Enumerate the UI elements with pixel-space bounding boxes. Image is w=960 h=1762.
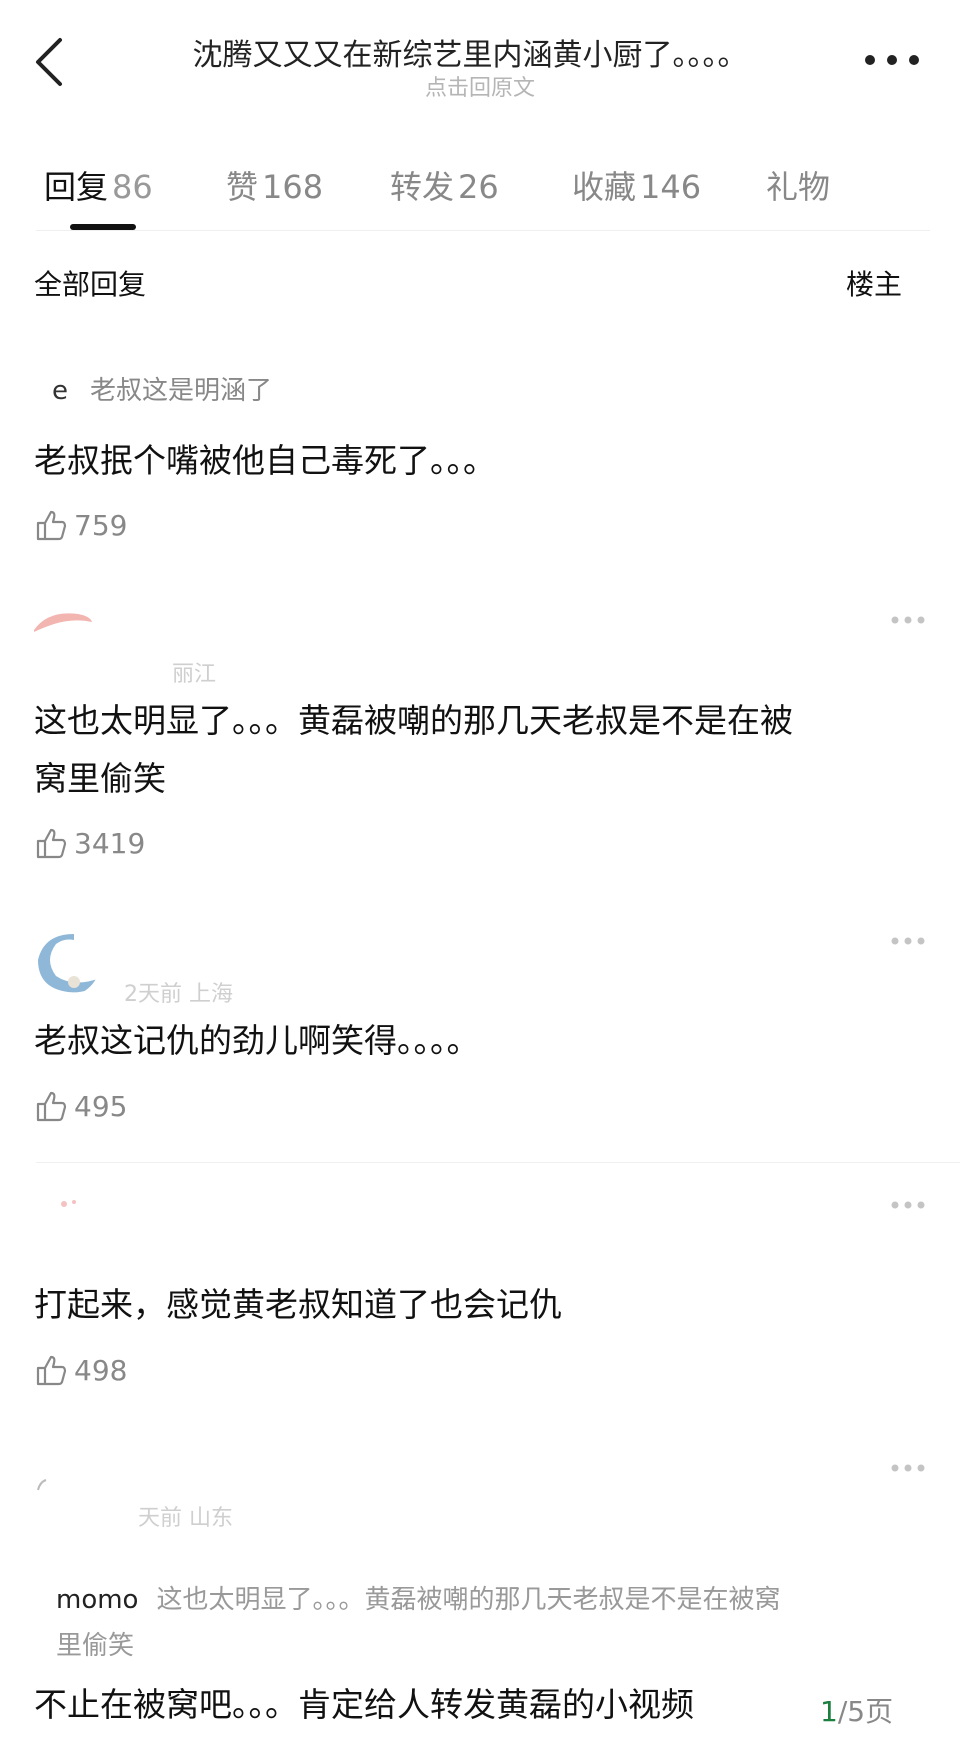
back-to-original-link[interactable]: 点击回原文: [120, 70, 840, 102]
tabs-divider: [36, 230, 930, 231]
more-options-icon[interactable]: [890, 1463, 926, 1473]
current-page: 1: [820, 1695, 838, 1728]
comment-text: 打起来，感觉黄老叔知道了也会记仇: [34, 1285, 562, 1324]
comment-text: 不止在被窝吧。。。肯定给人转发黄磊的小视频: [34, 1685, 694, 1724]
tab-replies[interactable]: 回复 86: [44, 162, 153, 208]
quoted-reply-text: 这也太明显了。。。黄磊被嘲的那几天老叔是不是在被窝: [156, 1585, 781, 1615]
total-pages: /5页: [837, 1695, 894, 1728]
more-options-icon[interactable]: [890, 1200, 926, 1210]
quoted-reply-line: momo 这也太明显了。。。黄磊被嘲的那几天老叔是不是在被窝: [56, 1577, 906, 1623]
comment-text: 这也太明显了。。。黄磊被嘲的那几天老叔是不是在被 窝里偷笑: [34, 692, 934, 808]
tab-label: 转发: [390, 168, 455, 206]
more-options-icon[interactable]: [862, 50, 922, 70]
comment-text: 老叔抿个嘴被他自己毒死了。。。: [34, 441, 496, 480]
thumbs-up-icon: [36, 1091, 67, 1122]
tab-count: 168: [262, 168, 324, 206]
tab-favorites[interactable]: 收藏 146: [572, 162, 701, 208]
tab-likes[interactable]: 赞 168: [226, 162, 323, 208]
header-bar: 沈腾又又又在新综艺里内涵黄小厨了。。。。 点击回原文: [0, 0, 960, 110]
reply-preview-user: e: [52, 376, 68, 406]
avatar[interactable]: [34, 930, 100, 996]
comment-meta: 2天前 上海: [124, 982, 233, 1007]
like-count: 759: [74, 508, 128, 542]
tab-count: 26: [458, 168, 499, 206]
page-indicator[interactable]: 1/5页: [820, 1690, 893, 1730]
like-button[interactable]: 759: [34, 505, 127, 545]
comment-text-line: 窝里偷笑: [34, 759, 166, 798]
op-only-filter[interactable]: 楼主: [846, 263, 902, 303]
tab-count: 86: [112, 168, 153, 206]
quoted-reply[interactable]: momo 这也太明显了。。。黄磊被嘲的那几天老叔是不是在被窝 里偷笑: [34, 1563, 928, 1679]
like-count: 495: [74, 1089, 128, 1123]
tab-gifts[interactable]: 礼物: [766, 162, 830, 208]
reply-preview-text: 老叔这是明涵了: [90, 376, 273, 406]
like-button[interactable]: 498: [34, 1350, 127, 1390]
more-options-icon[interactable]: [890, 615, 926, 625]
thumbs-up-icon: [36, 510, 67, 541]
thumbs-up-icon: [36, 828, 67, 859]
quoted-reply-user: momo: [56, 1585, 139, 1615]
tab-bar: 回复 86 赞 168 转发 26 收藏 146 礼物: [0, 150, 960, 230]
tab-label: 收藏: [572, 168, 637, 206]
all-replies-label[interactable]: 全部回复: [34, 263, 146, 303]
comment-meta: 天前 山东: [138, 1506, 233, 1531]
tab-label: 回复: [44, 168, 109, 206]
avatar[interactable]: [34, 600, 94, 660]
back-arrow-icon[interactable]: [30, 34, 70, 90]
tab-count: 146: [640, 168, 702, 206]
like-count: 3419: [74, 826, 146, 860]
avatar[interactable]: [34, 1190, 94, 1250]
tab-reposts[interactable]: 转发 26: [390, 162, 499, 208]
post-title[interactable]: 沈腾又又又在新综艺里内涵黄小厨了。。。。: [120, 30, 820, 74]
more-options-icon[interactable]: [890, 936, 926, 946]
comment-text: 老叔这记仇的劲儿啊笑得。。。。: [34, 1021, 480, 1060]
avatar[interactable]: [34, 1460, 94, 1520]
like-button[interactable]: 495: [34, 1086, 127, 1126]
like-button[interactable]: 3419: [34, 823, 145, 863]
thumbs-up-icon: [36, 1355, 67, 1386]
comment-meta: 丽江: [172, 662, 217, 687]
tab-label: 赞: [226, 168, 259, 206]
comment-divider: [36, 1162, 960, 1163]
like-count: 498: [74, 1353, 128, 1387]
reply-preview[interactable]: e 老叔这是明涵了: [52, 370, 272, 407]
tab-label: 礼物: [766, 168, 831, 206]
comment-text-line: 这也太明显了。。。黄磊被嘲的那几天老叔是不是在被: [34, 701, 793, 740]
quoted-reply-line: 里偷笑: [56, 1631, 135, 1661]
